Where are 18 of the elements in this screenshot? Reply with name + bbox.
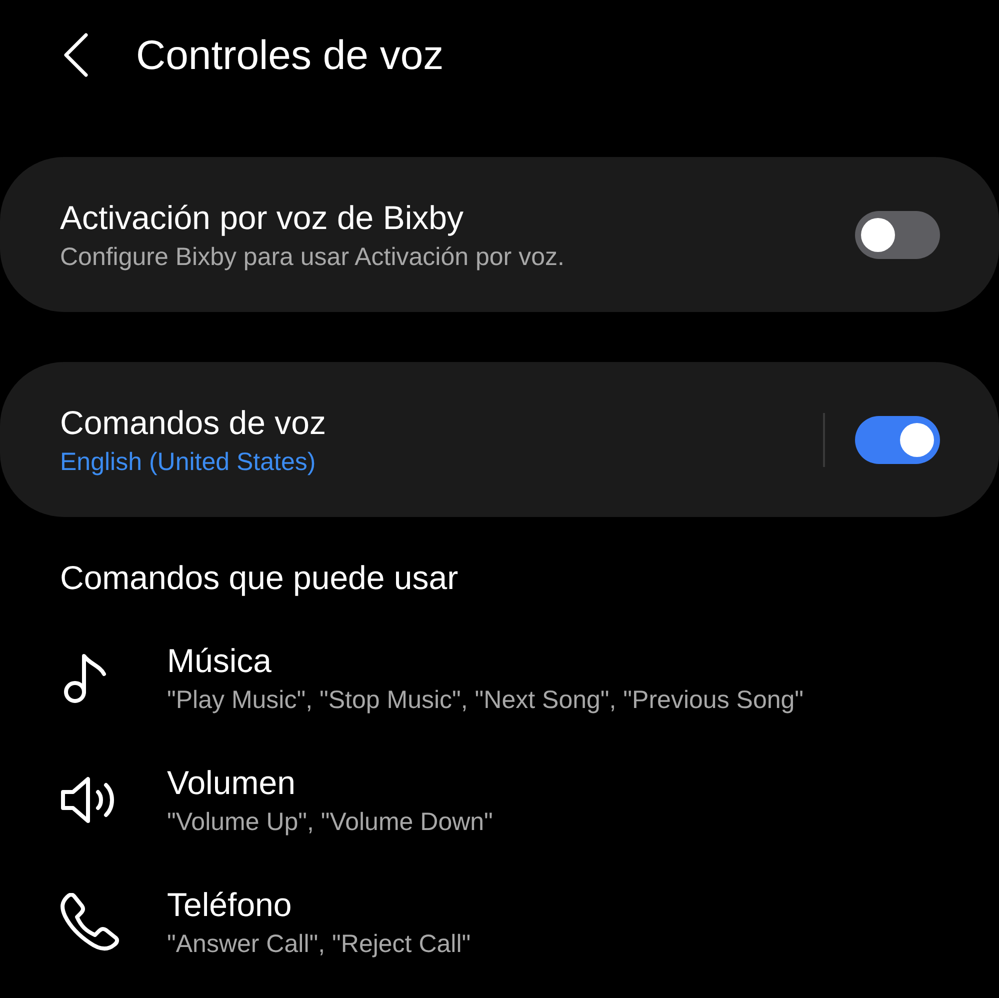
command-title: Música <box>167 641 273 681</box>
setting-card[interactable]: Activación por voz de Bixby Configure Bixby para usar Activación por voz. <box>0 157 999 312</box>
command-title: Volumen <box>167 763 296 803</box>
setting-title: Comandos de voz <box>60 402 327 442</box>
setting-title: Activación por voz de Bixby <box>60 198 465 238</box>
page-title: Controles de voz <box>136 32 444 78</box>
back-button[interactable] <box>62 33 90 77</box>
command-examples: "Answer Call", "Reject Call" <box>167 929 472 960</box>
section-heading: Comandos que puede usar <box>60 559 460 597</box>
command-examples: "Play Music", "Stop Music", "Next Song", "Previous Song" <box>167 685 805 716</box>
toggle-switch[interactable] <box>855 210 940 258</box>
toggle-switch[interactable] <box>855 416 940 464</box>
command-title: Teléfono <box>167 885 293 925</box>
phone-icon <box>60 893 120 951</box>
setting-description: Configure Bixby para usar Activación por voz. <box>60 242 566 272</box>
setting-card[interactable]: Comandos de voz English (United States) <box>0 362 999 517</box>
command-examples: "Volume Up", "Volume Down" <box>167 807 494 838</box>
language-link[interactable]: English (United States) <box>60 444 316 478</box>
